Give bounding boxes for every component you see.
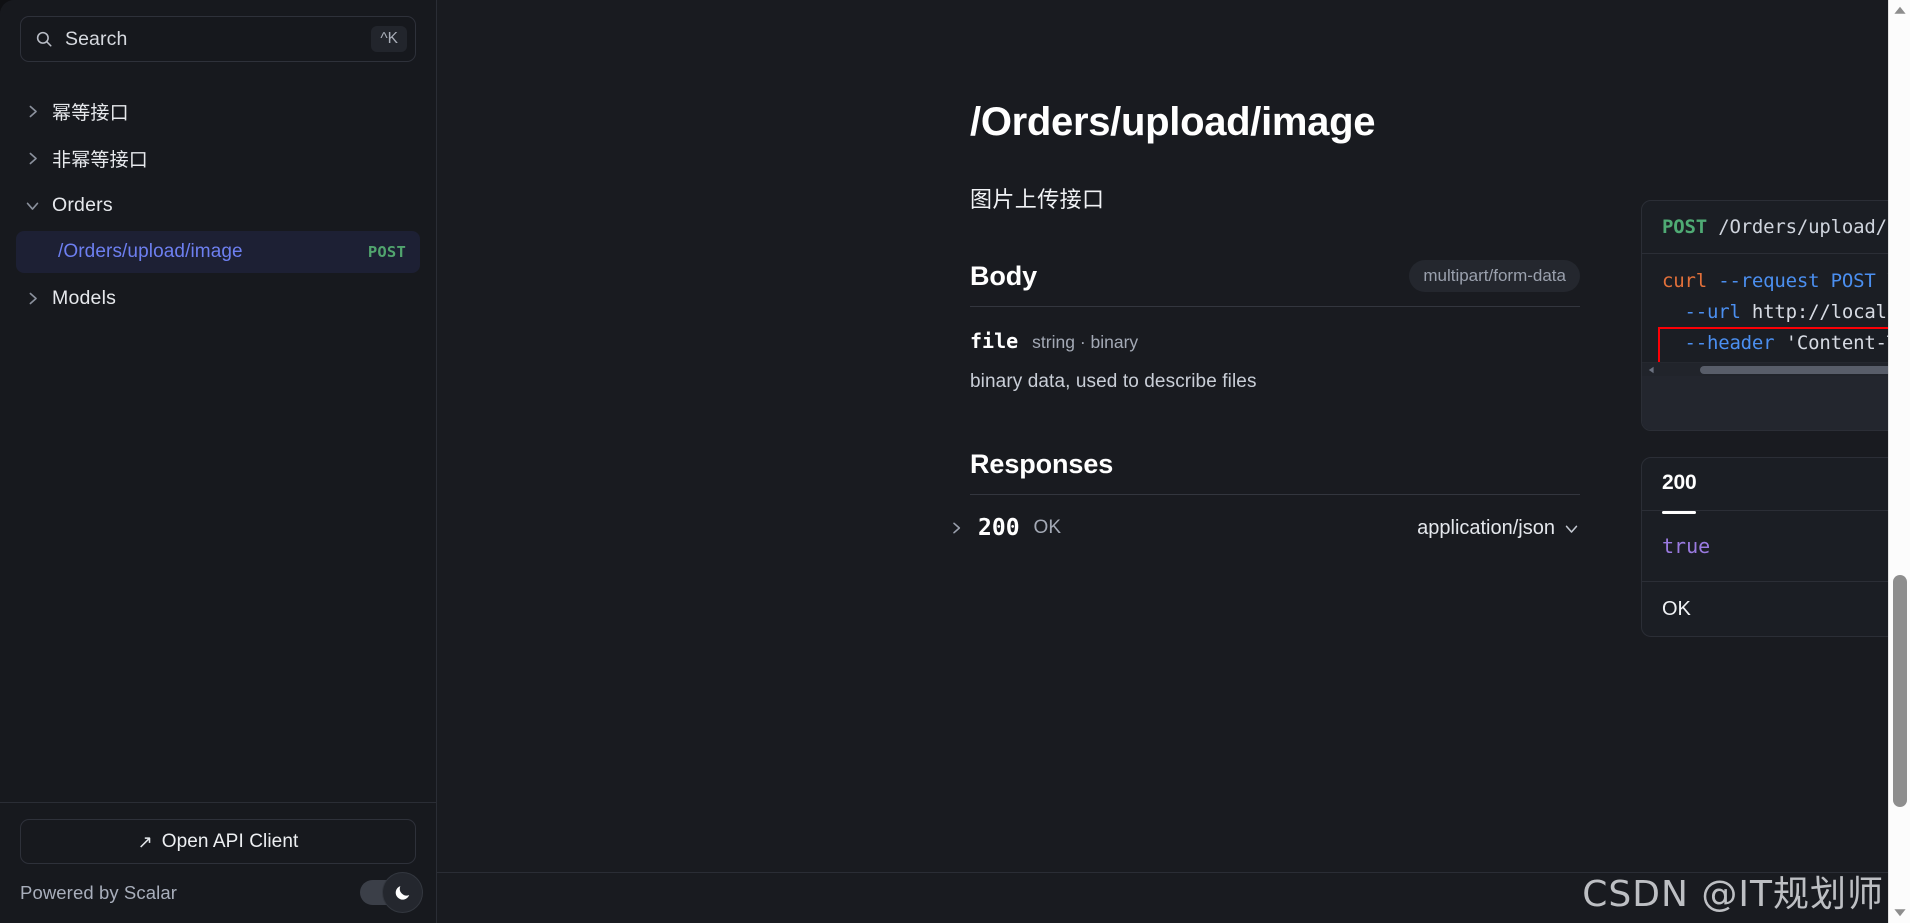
code-token: --header <box>1684 332 1775 354</box>
chevron-down-icon <box>26 202 39 210</box>
sidebar-item-orders-upload-image[interactable]: /Orders/upload/image POST <box>16 231 420 273</box>
sidebar-item-label: Orders <box>52 194 113 216</box>
sidebar-item-idempotent[interactable]: 幂等接口 <box>16 88 420 135</box>
code-horizontal-scrollbar[interactable] <box>1642 362 1910 376</box>
open-api-client-label: Open API Client <box>161 830 299 852</box>
responses-section-title: Responses <box>970 449 1114 479</box>
response-row-left: 200 OK <box>948 515 1061 541</box>
page-title: /Orders/upload/image <box>970 100 1376 144</box>
moon-icon <box>395 886 410 900</box>
scroll-left-arrow-icon[interactable] <box>1648 366 1656 374</box>
request-endpoint-line: POST /Orders/upload/image <box>1662 216 1910 238</box>
request-example-footer: Test Request <box>1642 376 1910 430</box>
status-badge: POST <box>367 243 406 261</box>
sidebar-endpoint-path: /Orders/upload/image <box>58 241 243 262</box>
chevron-down-icon <box>1565 525 1578 533</box>
search-placeholder: Search <box>65 27 128 50</box>
sidebar-item-orders[interactable]: Orders <box>16 182 420 229</box>
sidebar-item-non-idempotent[interactable]: 非幂等接口 <box>16 135 420 182</box>
body-param-row: file string · binary <box>970 329 1650 353</box>
theme-toggle[interactable] <box>360 872 423 913</box>
response-example-card: 200 Show Schema true OK <box>1641 457 1910 637</box>
browser-scrollbar[interactable] <box>1888 0 1910 923</box>
search-section: Search ^K <box>0 0 436 62</box>
request-method: POST <box>1662 216 1707 238</box>
body-section-header: Body multipart/form-data <box>970 260 1580 307</box>
sidebar-item-label: Models <box>52 287 117 309</box>
request-path <box>1707 216 1718 238</box>
theme-toggle-knob <box>382 872 423 913</box>
main-content: /Orders/upload/image 图片上传接口 Body multipa… <box>437 0 1910 923</box>
scroll-down-arrow-icon[interactable] <box>1893 905 1907 919</box>
code-token: curl <box>1662 270 1707 292</box>
search-input[interactable]: Search ^K <box>20 16 416 62</box>
response-row[interactable]: 200 OK application/json <box>953 515 1580 541</box>
response-status-text: OK <box>1033 517 1061 538</box>
response-status-code: 200 <box>978 515 1020 541</box>
responses-section-header: Responses <box>970 449 1580 495</box>
sidebar-footer-bottom: Powered by Scalar <box>20 872 423 913</box>
request-example-header: POST /Orders/upload/image Shell cURL <box>1642 201 1910 254</box>
scroll-up-arrow-icon[interactable] <box>1893 4 1907 18</box>
request-code-body[interactable]: curl --request POST \ --url http://local… <box>1642 254 1910 362</box>
search-icon <box>36 31 52 47</box>
body-param-description: binary data, used to describe files <box>970 371 1257 392</box>
chevron-right-icon[interactable] <box>948 520 964 536</box>
search-shortcut-badge: ^K <box>371 25 407 53</box>
scrollbar-track[interactable] <box>1660 365 1910 374</box>
scalar-api-reference-app: Search ^K 幂等接口 非幂等接口 Orders /Orders/uplo… <box>0 0 1910 923</box>
response-example-header: 200 Show Schema <box>1642 458 1910 514</box>
scrollbar-thumb[interactable] <box>1700 365 1910 374</box>
watermark: CSDN @IT规划师 <box>1582 874 1884 915</box>
sidebar-item-label: 幂等接口 <box>52 102 129 124</box>
sidebar-nav: 幂等接口 非幂等接口 Orders /Orders/upload/image P… <box>0 62 436 802</box>
sidebar-item-models[interactable]: Models <box>16 275 420 322</box>
sidebar-item-label: 非幂等接口 <box>52 149 149 171</box>
body-param-type: string · binary <box>1032 332 1139 352</box>
sidebar: Search ^K 幂等接口 非幂等接口 Orders /Orders/uplo… <box>0 0 437 923</box>
request-path-value: /Orders/upload/image <box>1718 216 1910 238</box>
open-api-client-button[interactable]: ↗ Open API Client <box>20 819 416 864</box>
response-example-value: true <box>1662 534 1711 558</box>
response-example-body: true <box>1642 511 1910 582</box>
code-token: --request <box>1718 270 1820 292</box>
code-token: http://localhost: <box>1751 301 1910 323</box>
code-token: POST <box>1830 270 1876 292</box>
page-description: 图片上传接口 <box>970 188 1105 213</box>
chevron-right-icon <box>29 105 37 118</box>
response-media-type-select[interactable]: application/json <box>1417 517 1580 540</box>
right-column: POST /Orders/upload/image Shell cURL cur… <box>1641 200 1910 637</box>
response-media-type-value: application/json <box>1417 516 1555 539</box>
external-link-icon: ↗ <box>137 831 153 852</box>
response-example-footer: OK <box>1642 582 1910 636</box>
tab-response-200[interactable]: 200 <box>1662 471 1697 514</box>
browser-scrollbar-thumb[interactable] <box>1893 575 1907 807</box>
documentation-column: /Orders/upload/image 图片上传接口 Body multipa… <box>953 100 1650 541</box>
sidebar-footer: ↗ Open API Client Powered by Scalar <box>0 802 436 923</box>
code-token: --url <box>1684 301 1741 323</box>
chevron-right-icon <box>29 292 37 305</box>
response-example-footer-label: OK <box>1662 597 1691 620</box>
content-type-badge: multipart/form-data <box>1409 260 1580 292</box>
body-param-name: file <box>970 329 1019 353</box>
body-section-title: Body <box>970 260 1038 291</box>
request-example-card: POST /Orders/upload/image Shell cURL cur… <box>1641 200 1910 431</box>
chevron-right-icon <box>29 152 37 165</box>
powered-by-label: Powered by Scalar <box>20 881 177 903</box>
curl-snippet: curl --request POST \ --url http://local… <box>1642 266 1910 362</box>
